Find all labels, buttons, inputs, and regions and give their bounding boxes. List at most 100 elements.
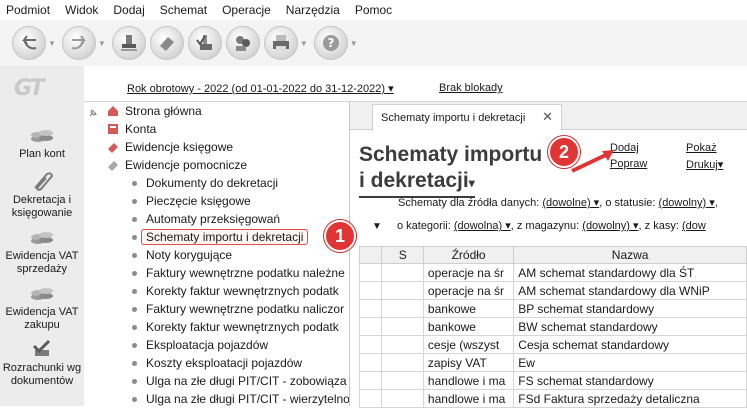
filter-value: (dowolna) [453, 220, 503, 232]
filter-value: (dowolny) [582, 220, 630, 232]
column-header[interactable] [358, 246, 383, 264]
close-icon[interactable]: ✕ [542, 109, 553, 125]
menu-dodaj[interactable]: Dodaj [111, 3, 146, 17]
show-link[interactable]: Pokaż [686, 142, 717, 154]
navigation-tree: Strona główna Konta Ewidencje księgowe E… [84, 102, 350, 406]
eraser-icon [108, 161, 118, 171]
tree-subitem[interactable]: Pieczęcie księgowe [132, 192, 251, 210]
chevron-down-icon[interactable]: ▼ [350, 39, 358, 48]
pin-icon[interactable] [88, 108, 98, 118]
table-row[interactable]: operacje na śr AM schemat standardowy dla… [358, 281, 747, 300]
source-filter-dropdown[interactable]: (dowolne) ▾ [542, 197, 599, 209]
menu-operacje[interactable]: Operacje [220, 3, 273, 17]
chevron-down-icon[interactable]: ▼ [98, 39, 106, 48]
tree-subitem[interactable]: Korekty faktur wewnętrznych podatk [132, 282, 339, 300]
filter-label: , z kasy: [638, 220, 679, 232]
tree-subitem-label: Ulga na złe długi PIT/CIT - zobowiąza [146, 374, 347, 388]
tree-subitem-label: Ulga na złe długi PIT/CIT - wierzytelno [146, 392, 350, 406]
nav-rozrachunki[interactable]: Rozrachunki wg dokumentów [0, 338, 84, 388]
tree-subitem[interactable]: Ulga na złe długi PIT/CIT - wierzytelno [132, 390, 350, 406]
row-marker [358, 353, 383, 372]
bullet-icon [132, 306, 137, 312]
menu-pomoc[interactable]: Pomoc [353, 3, 394, 17]
menu-narzedzia[interactable]: Narzędzia [284, 3, 342, 17]
back-arrow-icon[interactable] [12, 26, 46, 60]
row-marker [358, 389, 383, 408]
help-icon[interactable]: ? [313, 26, 348, 60]
filter-value: (dowolne) [542, 197, 591, 209]
column-header[interactable]: S [381, 246, 424, 264]
nav-label: Dekretacja i księgowanie [11, 194, 73, 219]
tree-item-strona-glowna[interactable]: Strona główna [106, 102, 202, 120]
bullet-icon [132, 252, 137, 258]
tree-item-ewidencje-pomocnicze[interactable]: Ewidencje pomocnicze [106, 156, 247, 174]
column-header[interactable]: Źródło [422, 246, 515, 264]
eraser-icon[interactable] [149, 26, 184, 60]
table-row[interactable]: zapisy VAT Ew [358, 353, 747, 372]
chevron-down-icon[interactable]: ▼ [300, 39, 308, 48]
name-cell: FSd Faktura sprzedaży detaliczna [513, 389, 747, 408]
warehouse-filter-dropdown[interactable]: (dowolny) ▾ [582, 220, 638, 232]
table-row[interactable]: handlowe i ma FSd Faktura sprzedaży detal… [358, 389, 747, 408]
bullet-icon [132, 360, 137, 366]
chevron-down-icon[interactable]: ▼ [48, 39, 56, 48]
bullet-icon [132, 234, 137, 240]
source-cell: bankowe [422, 317, 515, 336]
source-cell: handlowe i ma [422, 371, 515, 390]
nav-plan-kont[interactable]: Plan kont [0, 124, 84, 161]
table-row[interactable]: bankowe BP schemat standardowy [358, 299, 747, 318]
category-filter-dropdown[interactable]: (dowolna) ▾ [454, 220, 511, 232]
tree-item-konta[interactable]: Konta [106, 120, 156, 138]
tree-subitem[interactable]: Faktury wewnętrzne podatku naliczor [132, 300, 344, 318]
chevron-down-icon: ▾ [468, 176, 475, 190]
tab-schematy[interactable]: Schematy importu i dekretacji ✕ [372, 104, 562, 131]
tree-item-ewidencje-ksiegowe[interactable]: Ewidencje księgowe [106, 138, 233, 156]
approve-stamp-icon[interactable] [187, 26, 222, 60]
expand-triangle-icon[interactable]: ▼ [372, 221, 382, 232]
tree-subitem[interactable]: Automaty przeksięgowań [132, 210, 280, 228]
column-header[interactable]: Nazwa [513, 246, 747, 264]
menu-schemat[interactable]: Schemat [158, 3, 209, 17]
ledger-icon [108, 143, 118, 153]
tree-subitem[interactable]: Koszty eksploatacji pojazdów [132, 354, 302, 372]
nav-ewidencja-vat-zakupu[interactable]: Ewidencja VAT zakupu [0, 282, 84, 332]
source-cell: cesje (wszyst [422, 335, 515, 354]
table-row[interactable]: handlowe i ma FS schemat standardowy [358, 371, 747, 390]
nav-ewidencja-vat-sprzedazy[interactable]: Ewidencja VAT sprzedaży [0, 226, 84, 276]
tree-subitem-label: Dokumenty do dekretacji [146, 176, 279, 190]
tree-subitem-selected[interactable]: Schematy importu i dekretacji [132, 228, 309, 246]
schemes-table: S Źródło Nazwa operacje na śr AM schemat … [358, 246, 747, 408]
menu-widok[interactable]: Widok [63, 3, 100, 17]
status-cell [381, 263, 424, 282]
tree-subitem[interactable]: Ulga na złe długi PIT/CIT - zobowiąza [132, 372, 347, 390]
tree-subitem[interactable]: Dokumenty do dekretacji [132, 174, 278, 192]
tree-subitem-label: Eksploatacja pojazdów [146, 338, 269, 352]
page-title-line1: Schematy importu [359, 143, 543, 166]
bullet-icon [132, 270, 137, 276]
lock-status-link[interactable]: Brak blokady [439, 82, 503, 94]
name-cell: Ew [513, 353, 747, 372]
name-cell: BP schemat standardowy [513, 299, 747, 318]
nav-label: Ewidencja VAT sprzedaży [5, 250, 79, 275]
print-label: Drukuj [686, 159, 718, 171]
nav-dekretacja[interactable]: Dekretacja i księgowanie [0, 170, 84, 220]
status-filter-dropdown[interactable]: (dowolny) ▾ [659, 197, 715, 209]
bullet-icon [132, 396, 137, 402]
forward-arrow-icon[interactable] [61, 26, 96, 60]
fiscal-year-selector[interactable]: Rok obrotowy - 2022 (od 01-01-2022 do 31… [127, 82, 394, 95]
tree-subitem[interactable]: Noty korygujące [132, 246, 232, 264]
tree-subitem[interactable]: Korekty faktur wewnętrznych podatk [132, 318, 339, 336]
printer-icon[interactable] [263, 26, 298, 60]
menu-podmiot[interactable]: Podmiot [4, 3, 52, 17]
table-row[interactable]: bankowe BW schemat standardowy [358, 317, 747, 336]
people-icon[interactable] [225, 26, 260, 60]
tree-item-label: Konta [125, 122, 157, 136]
table-row[interactable]: cesje (wszyst Cesja schemat standardowy [358, 335, 747, 354]
tree-subitem[interactable]: Eksploatacja pojazdów [132, 336, 268, 354]
category-selector[interactable]: i dekretacji▾ [359, 168, 475, 198]
cash-filter-dropdown[interactable]: (dow [682, 220, 706, 232]
tree-subitem[interactable]: Faktury wewnętrzne podatku należne [132, 264, 345, 282]
stamp-icon[interactable] [111, 26, 146, 60]
table-row[interactable]: operacje na śr AM schemat standardowy dla… [358, 263, 747, 282]
print-link[interactable]: Drukuj▾ [686, 158, 723, 171]
